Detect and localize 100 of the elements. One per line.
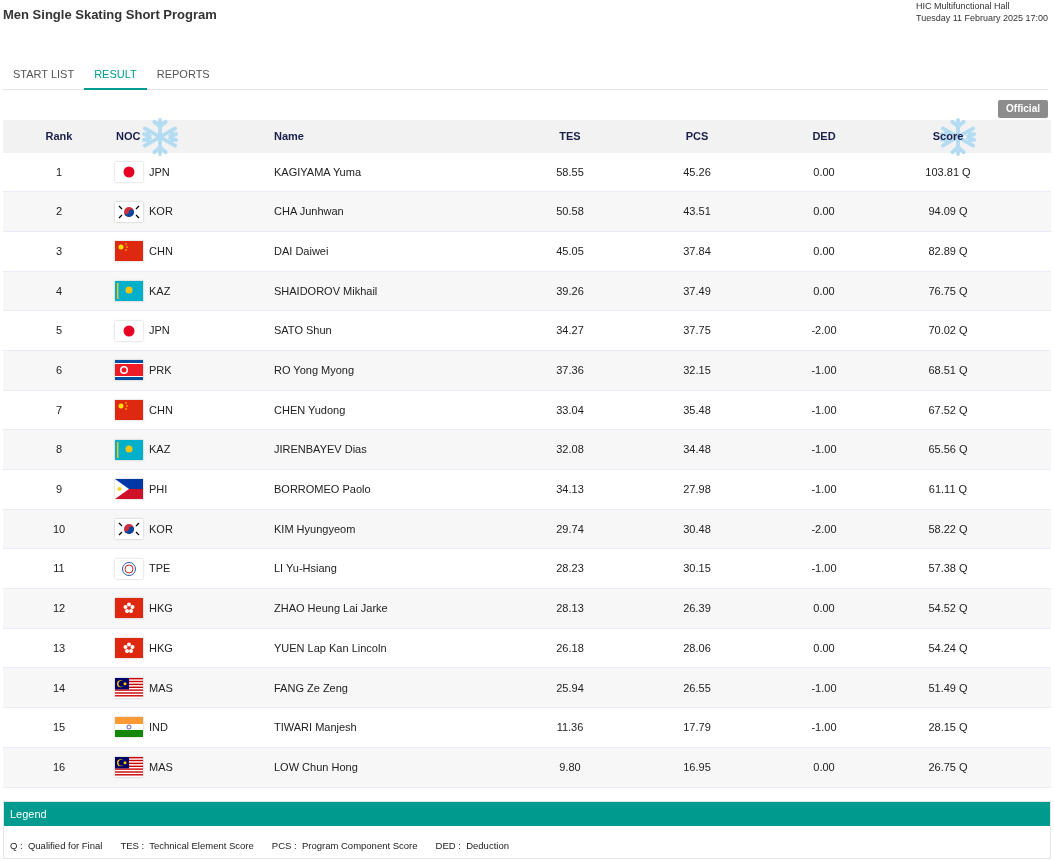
score-cell: 70.02 Q [928,324,968,337]
athlete-name: SATO Shun [274,324,332,337]
snowflake-icon [139,117,181,156]
rank-cell: 14 [52,681,66,694]
flag-icon [115,320,143,341]
athlete-name: FANG Ze Zeng [274,681,348,694]
noc-code: KAZ [149,442,171,458]
rank-cell: 4 [55,284,63,297]
noc-code: CHN [149,402,173,418]
noc-code: MAS [149,759,173,775]
noc-code: IND [149,720,168,736]
ded-cell: -1.00 [811,681,837,694]
column-header: PCS [685,129,709,142]
ded-cell: -1.00 [811,483,837,496]
pcs-cell: 16.95 [683,760,711,773]
rank-cell: 7 [55,403,63,416]
athlete-name: JIRENBAYEV Dias [274,443,367,456]
rank-cell: 10 [52,522,66,535]
pcs-cell: 17.79 [683,721,711,734]
ded-cell: 0.00 [813,244,835,257]
pcs-cell: 37.75 [683,324,711,337]
rank-cell: 1 [55,165,63,178]
flag-icon [115,161,143,182]
tes-cell: 26.18 [556,641,584,654]
rank-cell: 12 [52,602,66,615]
legend-entry: PCS : Program Component Score [271,839,418,854]
column-header: Score [932,129,964,142]
tab[interactable]: REPORTS [146,61,220,90]
legend-entry: DED : Deduction [435,839,509,854]
athlete-name: LOW Chun Hong [274,760,358,773]
score-cell: 28.15 Q [928,721,968,734]
flag-icon [115,201,143,222]
ded-cell: 0.00 [813,165,835,178]
rank-cell: 15 [52,721,66,734]
noc-code: JPN [149,323,170,339]
tes-cell: 34.13 [556,483,584,496]
rank-cell: 13 [52,641,66,654]
tes-cell: 28.23 [556,562,584,575]
ded-cell: -1.00 [811,443,837,456]
pcs-cell: 34.48 [683,443,711,456]
flag-icon [115,439,143,460]
tes-cell: 32.08 [556,443,584,456]
pcs-cell: 45.26 [683,165,711,178]
legend-header: Legend [4,801,1050,826]
noc-code: KAZ [149,283,171,299]
pcs-cell: 27.98 [683,483,711,496]
venue-text: HIC Multifunctional Hall [916,0,1010,12]
flag-icon [115,717,143,738]
score-cell: 54.24 Q [928,641,968,654]
ded-cell: 0.00 [813,602,835,615]
legend-entry: TES : Technical Element Score [120,839,254,854]
athlete-name: CHEN Yudong [274,403,346,416]
tes-cell: 28.13 [556,602,584,615]
noc-code: PRK [149,363,172,379]
ded-cell: -1.00 [811,562,837,575]
rank-cell: 8 [55,443,63,456]
athlete-name: KIM Hyungyeom [274,522,356,535]
flag-icon [115,479,143,500]
ded-cell: -1.00 [811,403,837,416]
pcs-cell: 30.48 [683,522,711,535]
flag-icon [115,399,143,420]
rank-cell: 6 [55,364,63,377]
ded-cell: 0.00 [813,284,835,297]
pcs-cell: 37.49 [683,284,711,297]
pcs-cell: 37.84 [683,244,711,257]
score-cell: 76.75 Q [928,284,968,297]
rank-cell: 9 [55,483,63,496]
ded-cell: 0.00 [813,641,835,654]
tes-cell: 37.36 [556,364,584,377]
score-cell: 68.51 Q [928,364,968,377]
rank-cell: 3 [55,244,63,257]
score-cell: 26.75 Q [928,760,968,773]
column-header: DED [812,129,836,142]
rank-cell: 2 [55,205,63,218]
score-cell: 58.22 Q [928,522,968,535]
column-header: Rank [45,129,73,142]
athlete-name: CHA Junhwan [274,205,344,218]
score-cell: 94.09 Q [928,205,968,218]
score-cell: 51.49 Q [928,681,968,694]
tab[interactable]: RESULT [84,61,147,90]
score-cell: 82.89 Q [928,244,968,257]
score-cell: 67.52 Q [928,403,968,416]
flag-icon [115,598,143,619]
noc-code: KOR [149,204,173,220]
tab[interactable]: START LIST [3,61,85,90]
athlete-name: SHAIDOROV Mikhail [274,284,378,297]
athlete-name: KAGIYAMA Yuma [274,165,362,178]
date-time-text: Tuesday 11 February 2025 17:00 [916,12,1049,24]
score-cell: 61.11 Q [928,483,968,496]
flag-icon [115,360,143,381]
legend-entry: Q : Qualified for Final [10,839,103,854]
noc-code: MAS [149,680,173,696]
pcs-cell: 30.15 [683,562,711,575]
tes-cell: 45.05 [556,244,584,257]
score-cell: 57.38 Q [928,562,968,575]
tes-cell: 39.26 [556,284,584,297]
rank-cell: 5 [55,324,63,337]
flag-icon [115,677,143,698]
noc-code: TPE [149,561,171,577]
status-badge: Official [998,99,1048,118]
